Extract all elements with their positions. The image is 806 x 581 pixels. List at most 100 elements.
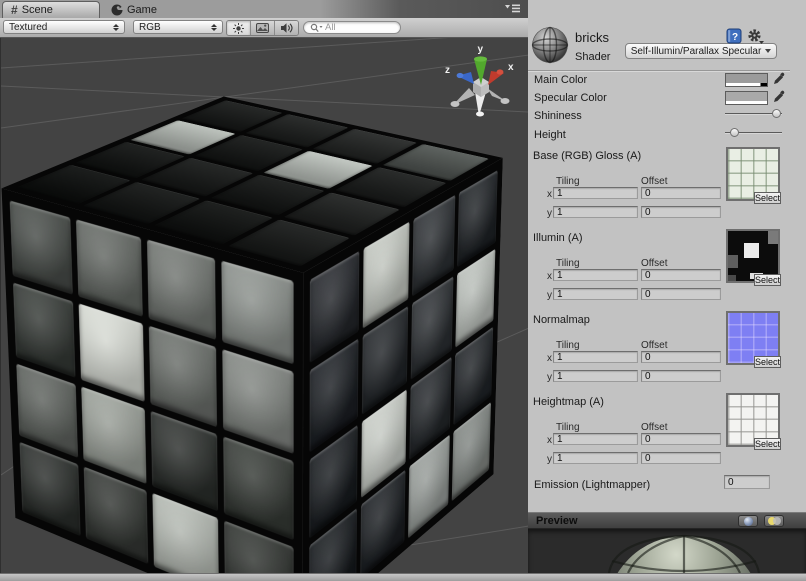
sun-icon (233, 23, 244, 34)
preview-title: Preview (536, 515, 578, 527)
scene-viewport[interactable]: y x z (0, 38, 528, 573)
tiling-x-input[interactable] (553, 269, 638, 281)
gear-icon[interactable] (747, 28, 764, 44)
tab-scene-label: Scene (22, 4, 53, 16)
tiling-x-input[interactable] (553, 433, 638, 445)
select-texture-button[interactable]: Select (754, 356, 781, 368)
image-icon (256, 23, 269, 33)
offset-header: Offset (641, 422, 668, 433)
skybox-toggle-button[interactable] (251, 21, 275, 35)
tab-scene[interactable]: # Scene (2, 1, 100, 18)
offset-y-input[interactable] (641, 452, 721, 464)
gizmo-z-label: z (445, 65, 450, 76)
shininess-slider[interactable] (725, 109, 782, 119)
eyedropper-icon[interactable] (772, 89, 786, 104)
offset-x-input[interactable] (641, 269, 721, 281)
tiling-x-input[interactable] (553, 351, 638, 363)
preview-viewport[interactable] (528, 529, 806, 573)
height-slider[interactable] (725, 128, 782, 138)
lighting-toggle-button[interactable] (227, 21, 251, 35)
tiling-y-input[interactable] (553, 452, 638, 464)
y-axis-label: y (547, 372, 552, 383)
cube-tile (221, 261, 293, 365)
specular-color-label: Specular Color (534, 92, 607, 104)
offset-x-input[interactable] (641, 187, 721, 199)
shader-dropdown[interactable]: Self-Illumin/Parallax Specular (625, 43, 777, 59)
cube-tile (10, 200, 73, 295)
cube-tile (147, 239, 216, 340)
scene-toolbar: Textured RGB (0, 18, 528, 38)
cube-tile (148, 326, 216, 427)
search-icon (310, 23, 323, 33)
tiling-y-input[interactable] (553, 288, 638, 300)
y-axis-label: y (547, 208, 552, 219)
x-axis-label: x (547, 435, 552, 446)
preview-lighting-button[interactable] (764, 515, 784, 527)
draw-mode-dropdown[interactable]: Textured (3, 20, 125, 34)
tiling-y-input[interactable] (553, 370, 638, 382)
texture-section-heightmap: Heightmap (A) Tiling Offset x y Select (528, 396, 790, 478)
eyedropper-icon[interactable] (772, 71, 786, 86)
texture-thumbnail[interactable]: Select (726, 393, 780, 447)
main-color-alpha-bar (726, 83, 767, 86)
tab-game-label: Game (127, 4, 157, 16)
emission-label: Emission (Lightmapper) (534, 479, 650, 491)
slider-knob[interactable] (730, 128, 739, 137)
select-texture-button[interactable]: Select (754, 192, 781, 204)
cube-tile (84, 466, 148, 564)
preview-shape-button[interactable] (738, 515, 758, 527)
texture-thumbnail[interactable]: Select (726, 147, 780, 201)
section-label: Base (RGB) Gloss (A) (533, 150, 641, 162)
header-divider (528, 70, 790, 72)
section-label: Illumin (A) (533, 232, 583, 244)
offset-y-input[interactable] (641, 288, 721, 300)
offset-x-input[interactable] (641, 433, 721, 445)
main-color-label: Main Color (534, 74, 587, 86)
preview-header[interactable]: Preview (528, 512, 806, 529)
scene-orientation-gizmo[interactable]: y x z (439, 40, 527, 124)
chevron-down-icon (765, 49, 771, 53)
texture-thumbnail[interactable]: Select (726, 311, 780, 365)
emission-input[interactable] (724, 475, 770, 489)
tiling-y-input[interactable] (553, 206, 638, 218)
color-mode-dropdown[interactable]: RGB (133, 20, 223, 34)
lights-icon (768, 517, 781, 525)
tab-game[interactable]: Game (103, 1, 179, 18)
gizmo-y-label: y (478, 44, 484, 55)
x-axis-label: x (547, 189, 552, 200)
updown-arrows-icon (211, 24, 217, 31)
scene-pane-menu-icon[interactable] (505, 4, 520, 13)
draw-mode-value: Textured (9, 22, 47, 33)
specular-color-swatch[interactable] (725, 91, 768, 105)
inspector-panel: i Inspector bricks Shader (528, 0, 806, 573)
texture-section-illumin: Illumin (A) Tiling Offset x y Select (528, 232, 790, 314)
texture-thumbnail[interactable]: Select (726, 229, 780, 283)
scene-search-field[interactable]: All (303, 21, 401, 34)
tiling-header: Tiling (556, 176, 580, 187)
cube-tile (19, 442, 80, 537)
preview-sphere (528, 529, 806, 573)
offset-header: Offset (641, 258, 668, 269)
cube-tile (76, 219, 142, 317)
offset-y-input[interactable] (641, 370, 721, 382)
unity-game-icon (111, 4, 123, 16)
scene-view-toggles (226, 20, 299, 36)
select-texture-button[interactable]: Select (754, 438, 781, 450)
tiling-header: Tiling (556, 258, 580, 269)
select-texture-button[interactable]: Select (754, 274, 781, 286)
offset-y-input[interactable] (641, 206, 721, 218)
main-color-swatch[interactable] (725, 73, 768, 87)
svg-text:?: ? (732, 32, 738, 43)
tiling-x-input[interactable] (553, 187, 638, 199)
shininess-label: Shininess (534, 110, 582, 122)
shader-label: Shader (575, 51, 610, 63)
height-label: Height (534, 129, 566, 141)
scene-tabstrip: # Scene Game (0, 0, 528, 19)
cube-tile (13, 283, 76, 378)
offset-x-input[interactable] (641, 351, 721, 363)
audio-toggle-button[interactable] (275, 21, 298, 35)
speaker-icon (280, 22, 293, 34)
color-mode-value: RGB (139, 22, 161, 33)
help-icon[interactable]: ? (726, 28, 742, 44)
slider-knob[interactable] (772, 109, 781, 118)
